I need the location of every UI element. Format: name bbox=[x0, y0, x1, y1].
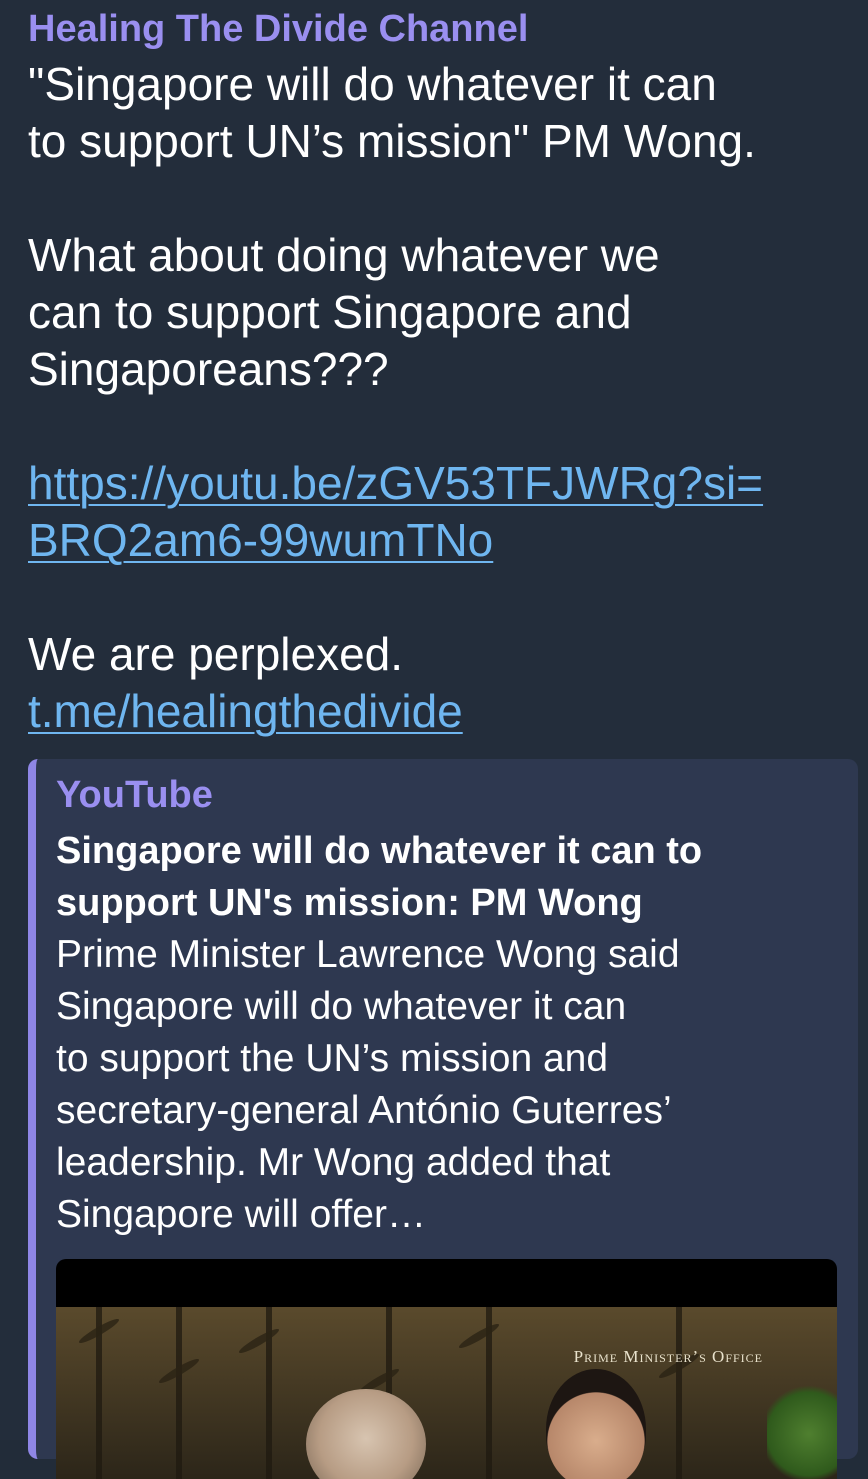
bamboo-stalk bbox=[176, 1307, 182, 1479]
bamboo-leaf bbox=[457, 1321, 501, 1351]
channel-name[interactable]: Healing The Divide Channel bbox=[28, 6, 856, 52]
message-line: can to support Singapore and bbox=[28, 286, 632, 338]
channel-link[interactable]: t.me/healingthedivide bbox=[28, 685, 463, 737]
message-line: to support UN’s mission" PM Wong. bbox=[28, 115, 756, 167]
message-line: Singaporeans??? bbox=[28, 343, 389, 395]
video-thumbnail[interactable]: Prime Minister’s Office bbox=[56, 1259, 837, 1479]
bamboo-leaf bbox=[237, 1326, 281, 1356]
message-text: "Singapore will do whatever it can to su… bbox=[28, 56, 856, 740]
message-line: "Singapore will do whatever it can bbox=[28, 58, 717, 110]
preview-title-line: Singapore will do whatever it can to bbox=[56, 830, 703, 872]
preview-desc-line: leadership. Mr Wong added that bbox=[56, 1141, 611, 1184]
preview-desc-line: Prime Minister Lawrence Wong said bbox=[56, 933, 680, 976]
youtube-link-continued[interactable]: BRQ2am6-99wumTNo bbox=[28, 514, 493, 566]
preview-title-line: support UN's mission: PM Wong bbox=[56, 882, 643, 924]
bamboo-stalk bbox=[676, 1307, 682, 1479]
preview-desc-line: to support the UN’s mission and bbox=[56, 1037, 609, 1080]
preview-title: Singapore will do whatever it can to sup… bbox=[56, 825, 838, 929]
youtube-link[interactable]: https://youtu.be/zGV53TFJWRg?si= bbox=[28, 457, 763, 509]
preview-desc-line: Singapore will offer… bbox=[56, 1193, 426, 1236]
link-preview[interactable]: YouTube Singapore will do whatever it ca… bbox=[28, 759, 858, 1479]
plant-decoration bbox=[767, 1379, 837, 1479]
preview-site-name: YouTube bbox=[56, 774, 213, 816]
person-right bbox=[546, 1369, 646, 1479]
message-bubble: Healing The Divide Channel "Singapore wi… bbox=[0, 0, 868, 1479]
message-line: What about doing whatever we bbox=[28, 229, 660, 281]
preview-desc-line: secretary-general António Guterres’ bbox=[56, 1089, 672, 1132]
thumbnail-caption: Prime Minister’s Office bbox=[573, 1347, 763, 1366]
preview-desc-line: Singapore will do whatever it can bbox=[56, 985, 627, 1028]
preview-description: Prime Minister Lawrence Wong said Singap… bbox=[56, 929, 838, 1241]
thumbnail-scene bbox=[56, 1307, 837, 1479]
message-line: We are perplexed. bbox=[28, 628, 404, 680]
